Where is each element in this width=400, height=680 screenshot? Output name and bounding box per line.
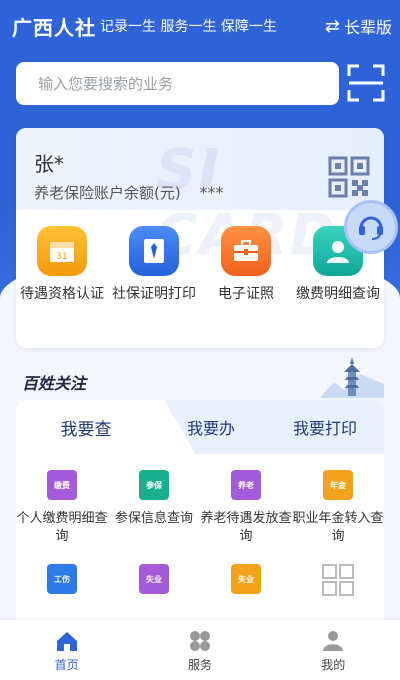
tab-print[interactable]: 我要打印 — [266, 400, 384, 454]
service-certificate-print[interactable]: 社保证明打印 — [108, 226, 200, 346]
pagoda-illustration — [320, 357, 384, 398]
svg-text:31: 31 — [56, 252, 67, 262]
service-icon — [189, 631, 210, 651]
app-brand: 广西人社 — [12, 16, 96, 40]
account-name: 张* — [34, 152, 64, 176]
grid-item[interactable] — [292, 564, 384, 596]
service-label: 缴费明细查询 — [296, 286, 380, 302]
headset-icon — [359, 216, 383, 240]
nav-service[interactable]: 服务 — [133, 620, 266, 680]
tab-bar: 我要查 我要办 我要打印 — [16, 400, 384, 454]
calendar-icon: 31 — [37, 226, 87, 276]
service-e-license[interactable]: 电子证照 — [200, 226, 292, 346]
grid-item-label: 参保信息查询 — [114, 511, 193, 526]
nav-home[interactable]: 首页 — [0, 620, 133, 680]
grid-item-label: 养老待遇发放查询 — [200, 511, 292, 544]
account-card: SI CARD 张* 养老保险账户余额(元) *** 31 待遇资格认证 — [16, 128, 384, 348]
account-balance[interactable]: 养老保险账户余额(元) *** — [34, 182, 224, 203]
annuity-transfer-icon: 年金 — [323, 470, 353, 500]
profile-icon — [323, 631, 344, 651]
balance-label: 养老保险账户余额(元) — [34, 184, 181, 202]
unemployment-icon: 失业 — [139, 564, 169, 594]
elder-mode-label: 长辈版 — [343, 18, 392, 37]
elder-mode-button[interactable]: ⇄ 长辈版 — [325, 14, 392, 38]
service-panel: 我要查 我要办 我要打印 缴费 个人缴费明细查询 参保 参保信息查询 养老 养老… — [16, 400, 384, 640]
tab-query[interactable]: 我要查 — [16, 400, 156, 454]
home-icon — [56, 632, 77, 651]
section-title: 百姓关注 — [22, 374, 87, 393]
insurance-search-icon: 参保 — [139, 470, 169, 500]
more-grid-icon — [322, 564, 354, 596]
nav-label: 我的 — [321, 658, 346, 672]
balance-value: *** — [199, 183, 224, 202]
injury-icon: 工伤 — [47, 564, 77, 594]
top-bar: 广西人社 记录一生 服务一生 保障一生 ⇄ 长辈版 — [0, 0, 400, 50]
grid-item-label: 个人缴费明细查询 — [16, 511, 108, 544]
service-grid: 缴费 个人缴费明细查询 参保 参保信息查询 养老 养老待遇发放查询 年金 职业年… — [16, 470, 384, 596]
service-label: 待遇资格认证 — [20, 286, 104, 302]
search-input[interactable] — [38, 74, 318, 93]
nav-label: 服务 — [187, 658, 212, 672]
section-header: 百姓关注 — [16, 356, 384, 398]
grid-item[interactable]: 工伤 — [16, 564, 108, 596]
grid-item[interactable]: 年金 职业年金转入查询 — [292, 470, 384, 546]
grid-item[interactable]: 养老 养老待遇发放查询 — [200, 470, 292, 546]
quick-services: 31 待遇资格认证 社保证明打印 电子证照 缴费明细查询 — [16, 226, 384, 346]
service-qualification-auth[interactable]: 31 待遇资格认证 — [16, 226, 108, 346]
nav-profile[interactable]: 我的 — [267, 620, 400, 680]
grid-item-label: 职业年金转入查询 — [292, 511, 384, 544]
swap-icon: ⇄ — [324, 15, 340, 37]
service-label: 电子证照 — [218, 286, 274, 302]
grid-item[interactable]: 参保 参保信息查询 — [108, 470, 200, 546]
app-slogan: 记录一生 服务一生 保障一生 — [100, 19, 277, 35]
briefcase-icon — [221, 226, 271, 276]
bottom-nav: 首页 服务 我的 — [0, 620, 400, 680]
payment-detail-icon: 缴费 — [47, 470, 77, 500]
nav-label: 首页 — [54, 658, 79, 672]
pension-search-icon: 养老 — [231, 470, 261, 500]
search-bar[interactable] — [16, 62, 339, 105]
scan-icon[interactable] — [347, 64, 385, 102]
qr-code-icon[interactable] — [328, 156, 370, 198]
service-label: 社保证明打印 — [112, 286, 196, 302]
tie-document-icon — [129, 226, 179, 276]
unemployment-search-icon: 失业 — [231, 564, 261, 594]
tab-handle[interactable]: 我要办 — [156, 400, 266, 454]
grid-item[interactable]: 失业 — [200, 564, 292, 596]
grid-item[interactable]: 缴费 个人缴费明细查询 — [16, 470, 108, 546]
customer-service-button[interactable] — [344, 200, 398, 254]
grid-item[interactable]: 失业 — [108, 564, 200, 596]
